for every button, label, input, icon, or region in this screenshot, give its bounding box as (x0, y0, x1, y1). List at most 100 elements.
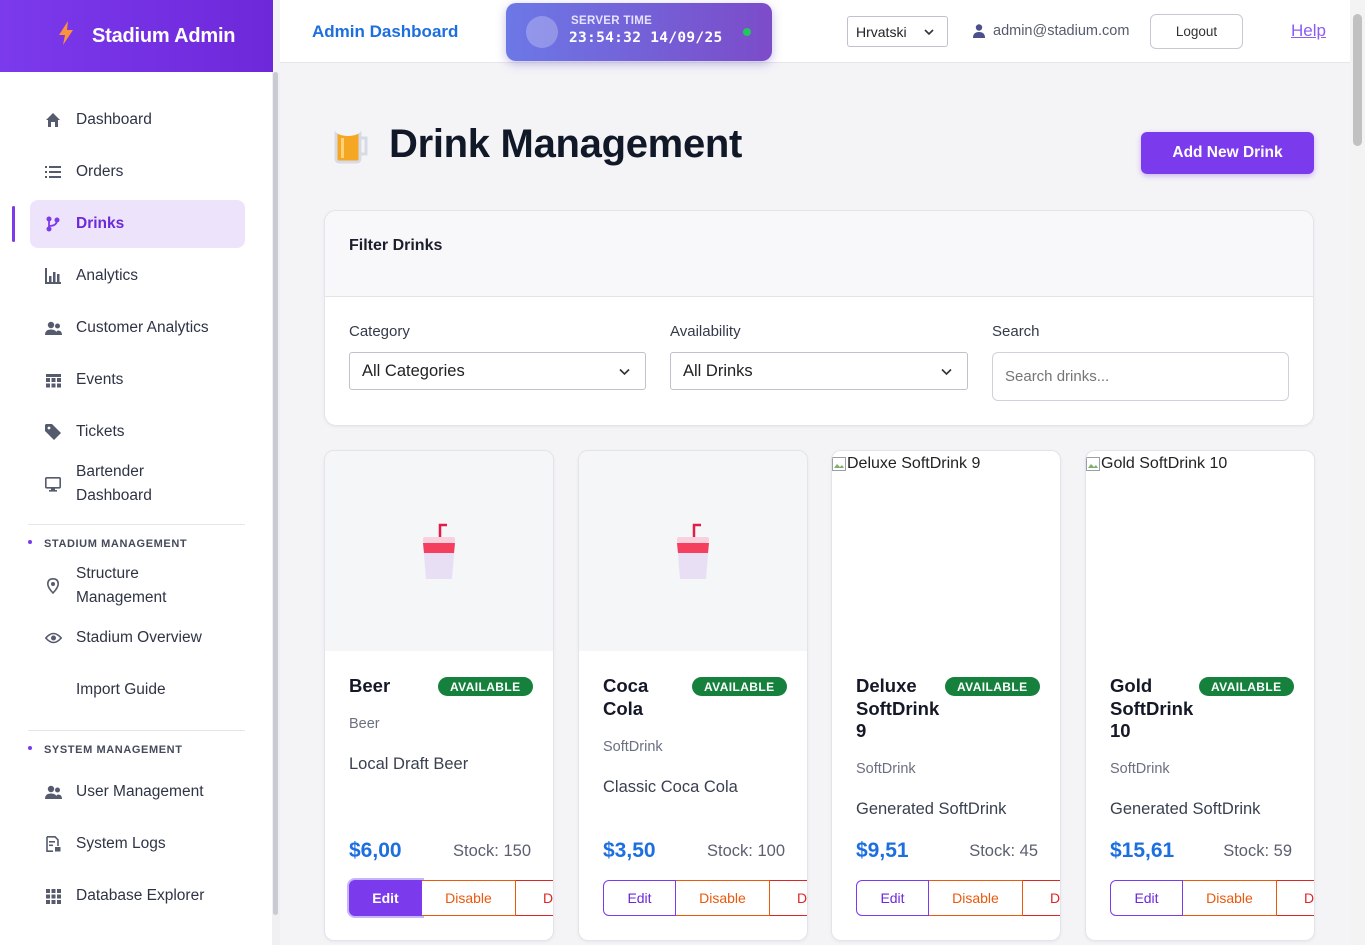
page-scrollbar[interactable] (1353, 14, 1362, 146)
sidebar-scrollbar[interactable] (273, 72, 278, 915)
drink-card: Coca Cola AVAILABLE SoftDrink Classic Co… (578, 450, 808, 941)
card-body: Beer AVAILABLE Beer Local Draft Beer $6,… (325, 651, 553, 940)
list-icon (30, 165, 76, 179)
card-body: Coca Cola AVAILABLE SoftDrink Classic Co… (579, 651, 807, 940)
availability-value: All Drinks (683, 361, 753, 380)
edit-button[interactable]: Edit (349, 880, 422, 916)
grid-icon (30, 888, 76, 904)
sidebar-item-customer-analytics[interactable]: Customer Analytics (30, 304, 245, 352)
beer-mug-icon (330, 122, 370, 173)
availability-select[interactable]: All Drinks (670, 352, 968, 390)
disable-button[interactable]: Disable (676, 880, 770, 916)
user-icon (973, 24, 985, 38)
sidebar-item-label: Bartender Dashboard (76, 463, 152, 504)
sidebar-item-label: Structure Management (76, 565, 167, 606)
bolt-icon (58, 20, 74, 52)
chevron-down-icon (618, 364, 631, 383)
edit-button[interactable]: Edit (856, 880, 929, 916)
sidebar-item-analytics[interactable]: Analytics (30, 252, 245, 300)
brand[interactable]: Stadium Admin (0, 0, 273, 72)
sidebar-item-tickets[interactable]: Tickets (30, 408, 245, 456)
delete-button[interactable]: D (770, 880, 807, 916)
status-badge: AVAILABLE (1199, 677, 1294, 696)
sidebar-item-stadium-overview[interactable]: Stadium Overview (30, 614, 245, 662)
drink-stock: Stock: 100 (707, 842, 785, 860)
status-dot-icon (743, 28, 751, 36)
sidebar-item-label: Customer Analytics (76, 319, 209, 336)
cup-with-straw-icon (419, 523, 459, 586)
delete-button[interactable]: D (1277, 880, 1314, 916)
card-actions: Edit Disable D (603, 880, 807, 916)
drink-stock: Stock: 45 (969, 842, 1038, 860)
edit-button[interactable]: Edit (603, 880, 676, 916)
logout-button[interactable]: Logout (1150, 14, 1243, 49)
drink-price: $6,00 (349, 839, 402, 862)
search-input[interactable] (992, 352, 1289, 401)
page-title: Drink Management (389, 122, 743, 166)
top-header: Admin Dashboard SERVER TIME 23:54:32 14/… (280, 0, 1350, 63)
sidebar-item-label: User Management (76, 783, 204, 800)
status-badge: AVAILABLE (438, 677, 533, 696)
drink-image (325, 451, 553, 651)
sidebar-item-events[interactable]: Events (30, 356, 245, 404)
disable-button[interactable]: Disable (422, 880, 516, 916)
sidebar-item-structure-management[interactable]: Structure Management (30, 562, 245, 610)
sidebar-item-orders[interactable]: Orders (30, 148, 245, 196)
drink-description: Local Draft Beer (349, 755, 469, 773)
category-value: All Categories (362, 361, 465, 380)
sidebar-item-label: Database Explorer (76, 887, 205, 904)
map-pin-icon (30, 578, 76, 594)
language-select[interactable]: Hrvatski (847, 16, 948, 47)
sidebar-item-label: Drinks (76, 215, 125, 232)
sidebar-item-system-logs[interactable]: System Logs (30, 820, 245, 868)
delete-button[interactable]: D (1023, 880, 1060, 916)
calendar-icon (30, 373, 76, 388)
header-title[interactable]: Admin Dashboard (312, 22, 458, 42)
broken-image-icon (1086, 457, 1100, 471)
eye-icon (30, 632, 76, 644)
drink-stock: Stock: 59 (1223, 842, 1292, 860)
edit-button[interactable]: Edit (1110, 880, 1183, 916)
sidebar-item-bartender-dashboard[interactable]: Bartender Dashboard (30, 460, 245, 508)
disable-button[interactable]: Disable (1183, 880, 1277, 916)
sidebar-item-user-management[interactable]: User Management (30, 768, 245, 816)
tag-icon (30, 424, 76, 440)
drink-image: Deluxe SoftDrink 9 (832, 451, 1060, 651)
sidebar-item-label: Stadium Overview (76, 629, 202, 646)
sidebar-divider (28, 524, 245, 525)
sidebar-item-label: Tickets (76, 423, 125, 440)
help-link[interactable]: Help (1291, 21, 1326, 41)
card-actions: Edit Disable D (856, 880, 1060, 916)
drink-image (579, 451, 807, 651)
sidebar-item-dashboard[interactable]: Dashboard (30, 96, 245, 144)
sidebar-item-import-guide[interactable]: Import Guide (30, 666, 245, 714)
filter-title: Filter Drinks (325, 211, 1313, 297)
category-select[interactable]: All Categories (349, 352, 646, 390)
drink-image: Gold SoftDrink 10 (1086, 451, 1314, 651)
section-title-system: SYSTEM MANAGEMENT (44, 744, 183, 756)
sidebar-item-label: Orders (76, 163, 124, 180)
availability-label: Availability (670, 323, 741, 340)
drink-description: Generated SoftDrink (1110, 800, 1261, 818)
server-time-label: SERVER TIME (571, 15, 653, 27)
monitor-icon (30, 476, 76, 492)
status-badge: AVAILABLE (945, 677, 1040, 696)
add-new-drink-button[interactable]: Add New Drink (1141, 132, 1314, 174)
drink-category: SoftDrink (603, 739, 663, 755)
drink-category: SoftDrink (856, 761, 916, 777)
filter-card: Filter Drinks Category All Categories Av… (324, 210, 1314, 426)
sidebar-item-drinks[interactable]: Drinks (30, 200, 245, 248)
user-email: admin@stadium.com (993, 23, 1130, 39)
disable-button[interactable]: Disable (929, 880, 1023, 916)
card-actions: Edit Disable D (349, 880, 553, 916)
drink-price: $15,61 (1110, 839, 1175, 862)
drink-name: Beer (349, 675, 391, 696)
delete-button[interactable]: D (516, 880, 553, 916)
card-actions: Edit Disable D (1110, 880, 1314, 916)
sidebar-divider (28, 730, 245, 731)
sidebar-item-label: Events (76, 371, 124, 388)
bar-chart-icon (30, 268, 76, 284)
drink-name: Deluxe SoftDrink 9 (856, 675, 940, 741)
sidebar-item-label: System Logs (76, 835, 166, 852)
sidebar-item-database-explorer[interactable]: Database Explorer (30, 872, 245, 920)
